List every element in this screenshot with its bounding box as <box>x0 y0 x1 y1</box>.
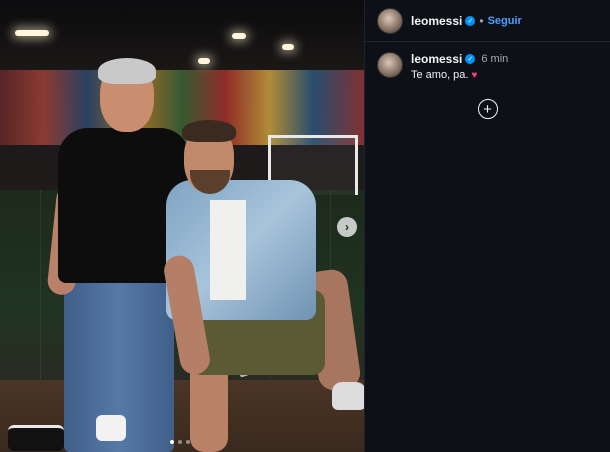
plus-icon: + <box>483 100 492 118</box>
ceiling-light <box>15 30 49 36</box>
heart-emoji-icon: ♥ <box>471 70 478 81</box>
person-right-hair <box>182 120 236 142</box>
person-right-tshirt <box>210 200 246 300</box>
chevron-right-icon: › <box>345 220 349 234</box>
post-viewer: › leomessi ✓ • Seguir leomessi ✓ 6 min T… <box>0 0 610 452</box>
load-more-comments-button[interactable]: + <box>477 99 498 119</box>
ceiling-light <box>232 33 246 39</box>
verified-badge-icon: ✓ <box>465 15 476 26</box>
caption-text: Te amo, pa. ♥ <box>411 69 508 81</box>
caption: leomessi ✓ 6 min Te amo, pa. ♥ <box>365 42 610 81</box>
ceiling <box>0 0 364 70</box>
ceiling-light <box>282 44 294 50</box>
caption-header: leomessi ✓ 6 min <box>411 52 508 66</box>
sneaker <box>332 382 364 410</box>
username-link[interactable]: leomessi <box>411 14 462 28</box>
follow-button[interactable]: Seguir <box>488 15 522 27</box>
post-image[interactable]: › <box>0 0 364 452</box>
sports-bag <box>96 415 126 441</box>
caption-message: Te amo, pa. <box>411 69 469 81</box>
sports-bag <box>8 425 64 451</box>
carousel-dot <box>186 440 190 444</box>
post-header: leomessi ✓ • Seguir <box>365 0 610 42</box>
avatar[interactable] <box>377 7 403 34</box>
next-image-button[interactable]: › <box>337 217 357 237</box>
ceiling-light <box>198 58 210 64</box>
carousel-dot <box>170 440 174 444</box>
carousel-dot <box>178 440 182 444</box>
person-left-hair <box>98 58 156 84</box>
post-timestamp[interactable]: 6 min <box>481 53 508 65</box>
separator-dot: • <box>479 13 484 28</box>
username-link[interactable]: leomessi <box>411 52 462 66</box>
caption-body: leomessi ✓ 6 min Te amo, pa. ♥ <box>411 52 508 81</box>
avatar[interactable] <box>377 52 403 78</box>
verified-badge-icon: ✓ <box>465 54 476 64</box>
post-side-panel: leomessi ✓ • Seguir leomessi ✓ 6 min Te … <box>364 0 610 452</box>
carousel-indicator <box>170 440 190 444</box>
